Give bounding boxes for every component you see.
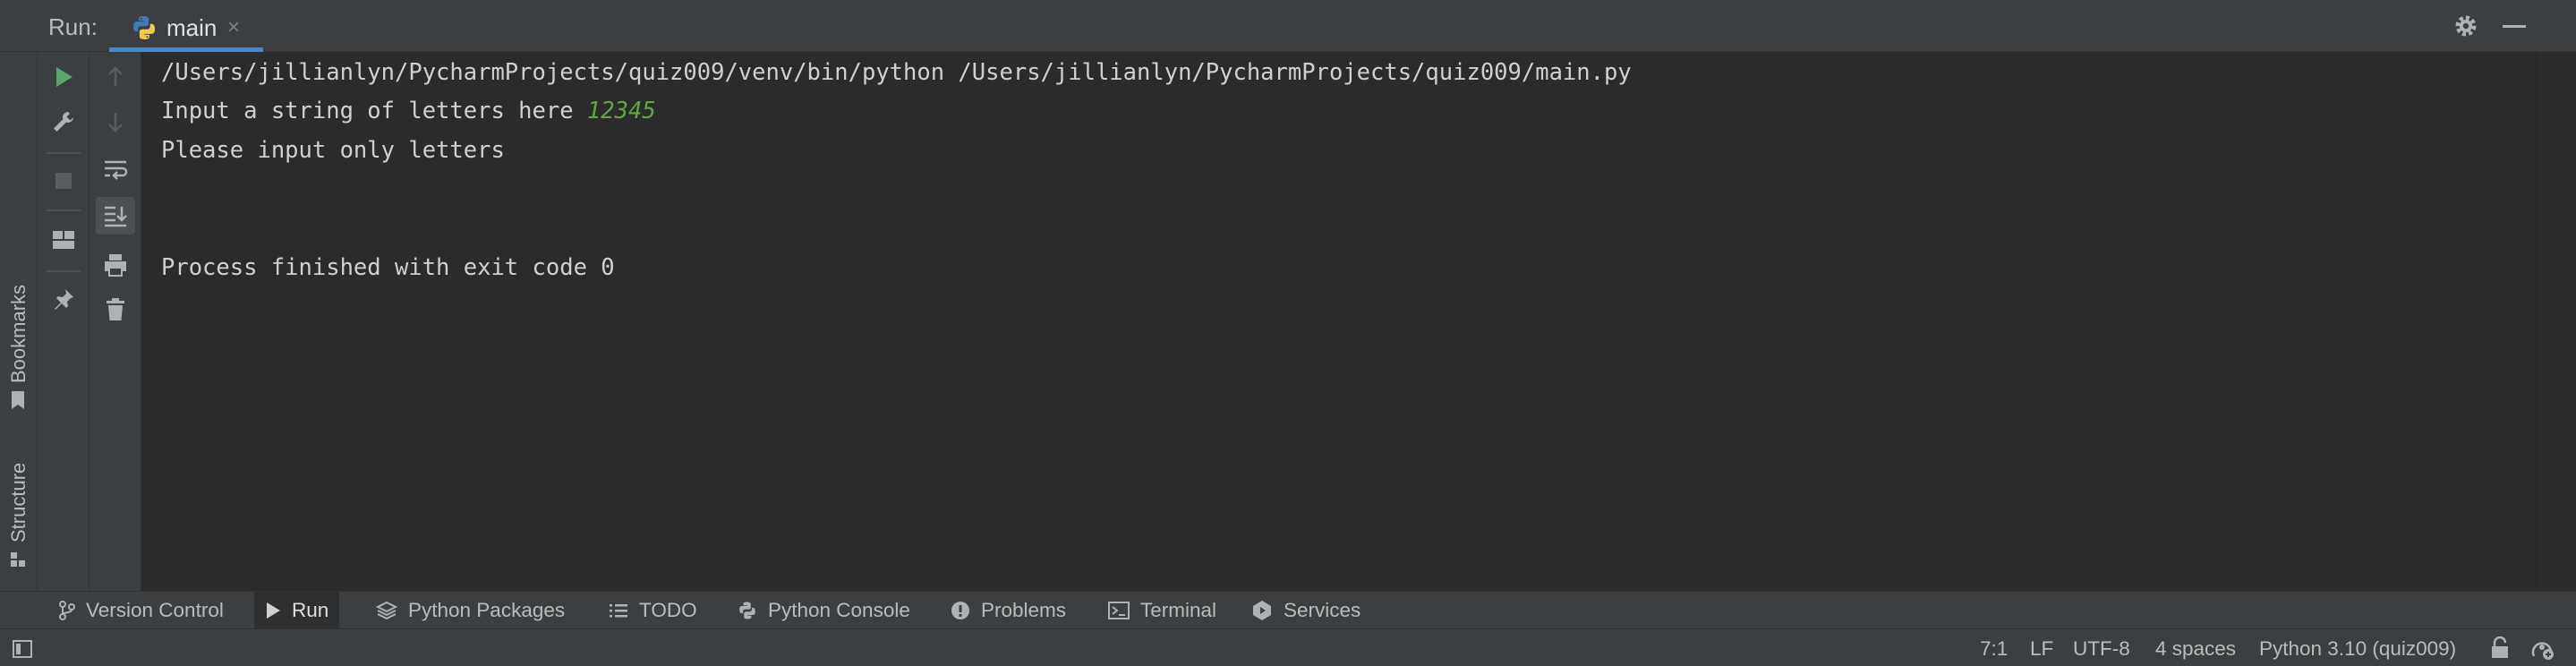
scroll-to-end-button[interactable] [96,197,135,235]
console-line-exit: Process finished with exit code 0 [161,254,615,281]
clear-all-button[interactable] [98,292,133,328]
prompt-text: Input a string of letters here [161,98,587,124]
gear-icon[interactable] [2452,13,2479,39]
trash-icon [107,298,124,320]
play-icon [56,67,73,87]
run-icon [267,602,280,619]
tab-label: Problems [981,599,1067,621]
tab-label: Python Console [768,599,910,621]
close-tab-icon[interactable]: × [227,15,240,40]
tab-label: Version Control [86,599,224,621]
stop-icon [55,173,72,189]
info-icon [951,602,969,619]
python-icon [739,602,755,619]
console-line-command: /Users/jillianlyn/PycharmProjects/quiz00… [161,59,1632,86]
run-tab-label: main [166,14,218,41]
tab-version-control[interactable]: Version Control [48,592,235,629]
status-bar: 7:1 LF UTF-8 4 spaces Python 3.10 (quiz0… [0,628,2576,666]
tab-terminal[interactable]: Terminal [1097,592,1227,629]
file-encoding[interactable]: UTF-8 [2073,637,2130,661]
rerun-button[interactable] [46,59,81,95]
indent-setting[interactable]: 4 spaces [2155,637,2236,661]
layout-icon [53,231,74,249]
run-tool-window-header: Run: main × [0,0,2576,52]
console-output[interactable]: /Users/jillianlyn/PycharmProjects/quiz00… [141,52,2540,591]
restore-layout-button[interactable] [46,222,81,258]
tab-problems[interactable]: Problems [940,592,1077,629]
tab-label: Python Packages [408,599,566,621]
caret-position[interactable]: 7:1 [1980,637,2008,661]
tab-label: TODO [639,599,697,621]
arrow-up-icon [108,66,123,86]
console-actions-toolbar [90,52,141,591]
console-scrollbar-area[interactable] [2540,52,2576,591]
soft-wrap-button[interactable] [98,152,133,188]
print-button[interactable] [98,247,133,283]
tab-todo[interactable]: TODO [598,592,708,629]
tab-label: Terminal [1140,599,1217,621]
python-interpreter[interactable]: Python 3.10 (quiz009) [2259,637,2456,661]
wrench-icon [54,112,73,132]
edit-configuration-button[interactable] [46,104,81,140]
tab-python-console[interactable]: Python Console [727,592,921,629]
run-actions-toolbar [38,52,90,591]
structure-icon [11,552,25,567]
lock-icon[interactable] [2490,636,2510,660]
left-tool-strip: Bookmarks Structure [0,52,38,591]
down-stack-frame-button[interactable] [98,104,133,140]
minimize-icon[interactable] [2503,25,2526,28]
toolbar-divider [47,152,81,154]
tab-run[interactable]: Run [254,592,340,629]
toolbar-divider [47,209,81,211]
bookmark-icon [12,391,24,409]
soft-wrap-icon [105,160,128,180]
bottom-tool-window-bar: Version Control Run Python Packages TODO [0,591,2576,629]
tab-services[interactable]: Services [1241,592,1371,629]
arrow-down-icon [108,113,123,132]
line-separator[interactable]: LF [2030,637,2053,661]
user-input-text: 12345 [586,98,656,124]
terminal-icon [1108,602,1130,619]
console-line-prompt: Input a string of letters here 12345 [161,98,656,124]
tab-label: Services [1284,599,1361,621]
pin-icon [55,289,73,310]
up-stack-frame-button[interactable] [98,59,133,95]
list-icon [610,604,627,618]
structure-label: Structure [7,462,30,542]
run-panel-label: Run: [48,13,98,40]
bookmarks-label: Bookmarks [7,284,30,383]
console-line-message: Please input only letters [161,137,505,164]
run-tab-main[interactable]: main × [109,4,263,52]
toggle-tool-windows-icon[interactable] [13,640,32,658]
tab-label: Run [292,599,329,621]
toolbar-divider [47,270,81,272]
inspector-icon[interactable] [2529,636,2556,662]
pin-tab-button[interactable] [46,281,81,317]
stop-button[interactable] [46,163,81,199]
scroll-to-end-icon [105,206,127,227]
printer-icon [105,254,126,277]
services-icon [1253,601,1271,620]
tab-python-packages[interactable]: Python Packages [365,592,576,629]
layers-icon [376,601,397,620]
python-icon [133,16,155,39]
branch-icon [59,601,75,620]
